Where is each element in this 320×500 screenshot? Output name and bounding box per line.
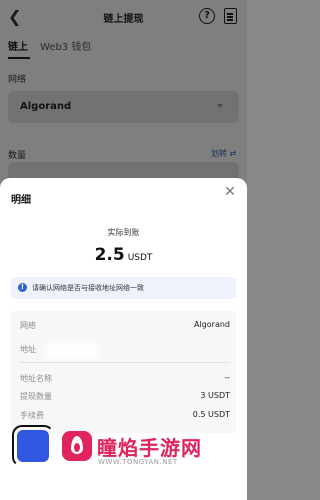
detail-row-network: 网络 Algorand	[20, 320, 230, 334]
detail-label: 手续费	[20, 411, 44, 420]
notice-text: 请确认网络是否与接收地址网络一致	[32, 284, 144, 292]
transfer-link[interactable]: 划转 ⇄	[211, 148, 236, 159]
detail-row-address: 地址	[20, 344, 230, 358]
detail-value: Algorand	[193, 320, 230, 329]
top-bar: ❮ 链上提现 ?	[0, 0, 247, 36]
network-label: 网络	[8, 75, 27, 85]
info-icon: !	[18, 283, 27, 292]
tab-web3-wallet[interactable]: Web3 钱包	[40, 38, 91, 53]
received-amount-unit: USDT	[127, 253, 153, 263]
detail-label: 地址	[20, 345, 36, 354]
watermark-name: 瞳焰手游网	[97, 436, 202, 460]
detail-label: 地址名称	[20, 374, 52, 383]
sheet-title: 明细	[11, 195, 31, 206]
network-value: Algorand	[20, 101, 72, 112]
details-list: 网络 Algorand 地址 地址名称 -- 提现数量 3 USDT 手续费 0…	[11, 311, 236, 433]
tab-onchain[interactable]: 链上	[8, 38, 30, 59]
network-select[interactable]: Algorand	[8, 91, 239, 123]
detail-label: 网络	[20, 321, 36, 330]
divider	[19, 362, 230, 363]
detail-value: --	[224, 373, 230, 382]
caret-down-icon	[217, 104, 223, 108]
close-icon[interactable]: ✕	[223, 185, 237, 199]
flame-icon	[71, 436, 83, 454]
watermark-url: WWW.TONGYAN.NET	[98, 458, 178, 466]
received-amount: 2.5 USDT	[0, 245, 247, 265]
received-label: 实际到账	[107, 228, 140, 237]
detail-row-fee: 手续费 0.5 USDT	[20, 410, 230, 424]
received-amount-value: 2.5	[94, 245, 125, 265]
detail-value: 0.5 USDT	[192, 410, 230, 419]
confirm-button[interactable]	[17, 430, 49, 462]
detail-label: 提现数量	[20, 392, 52, 401]
detail-value: 3 USDT	[200, 391, 230, 400]
help-icon[interactable]: ?	[199, 8, 215, 24]
detail-row-withdraw-amount: 提现数量 3 USDT	[20, 391, 230, 405]
amount-label: 数量	[8, 151, 27, 161]
watermark-logo	[62, 431, 92, 461]
network-notice: ! 请确认网络是否与接收地址网络一致	[11, 277, 236, 299]
detail-row-address-name: 地址名称 --	[20, 373, 230, 387]
records-icon[interactable]	[224, 8, 237, 24]
address-redacted	[50, 346, 95, 356]
